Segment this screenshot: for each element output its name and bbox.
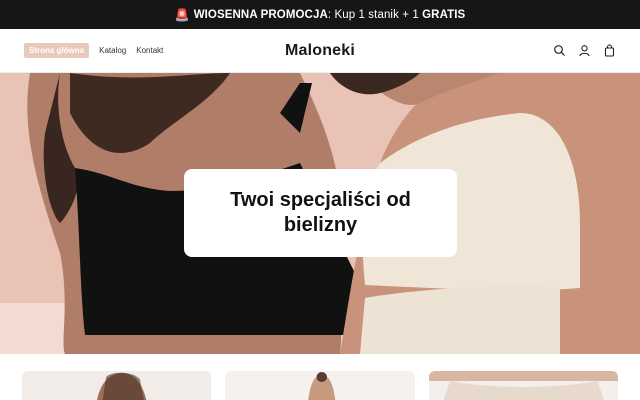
nav-item-home[interactable]: Strona główna bbox=[24, 43, 90, 58]
nav-item-catalog[interactable]: Katalog bbox=[99, 46, 126, 55]
card-image bbox=[428, 371, 618, 400]
main-nav: Strona główna Katalog Kontakt bbox=[24, 43, 163, 58]
card-image bbox=[225, 371, 415, 400]
announcement-bar: 🚨 WIOSENNA PROMOCJA : Kup 1 stanik + 1 G… bbox=[0, 0, 640, 29]
collection-cards bbox=[0, 354, 640, 400]
collection-card-3[interactable] bbox=[428, 371, 618, 400]
announcement-bold-suffix: GRATIS bbox=[422, 8, 466, 21]
cart-icon[interactable] bbox=[603, 44, 616, 57]
hero-banner: Twoi specjaliści od bielizny bbox=[0, 73, 640, 354]
search-icon[interactable] bbox=[553, 44, 566, 57]
account-icon[interactable] bbox=[578, 44, 591, 57]
header-icons bbox=[553, 44, 616, 57]
site-header: Strona główna Katalog Kontakt Maloneki bbox=[0, 29, 640, 73]
nav-item-contact[interactable]: Kontakt bbox=[136, 46, 163, 55]
collection-card-2[interactable] bbox=[225, 371, 415, 400]
card-image bbox=[22, 371, 212, 400]
announcement-bold-prefix: WIOSENNA PROMOCJA bbox=[193, 8, 328, 21]
siren-icon: 🚨 bbox=[174, 7, 190, 22]
site-logo[interactable]: Maloneki bbox=[285, 42, 355, 60]
collection-card-1[interactable] bbox=[22, 371, 212, 400]
hero-card: Twoi specjaliści od bielizny bbox=[184, 169, 457, 257]
announcement-text: : Kup 1 stanik + 1 bbox=[327, 8, 423, 21]
hero-title: Twoi specjaliści od bielizny bbox=[230, 189, 411, 236]
